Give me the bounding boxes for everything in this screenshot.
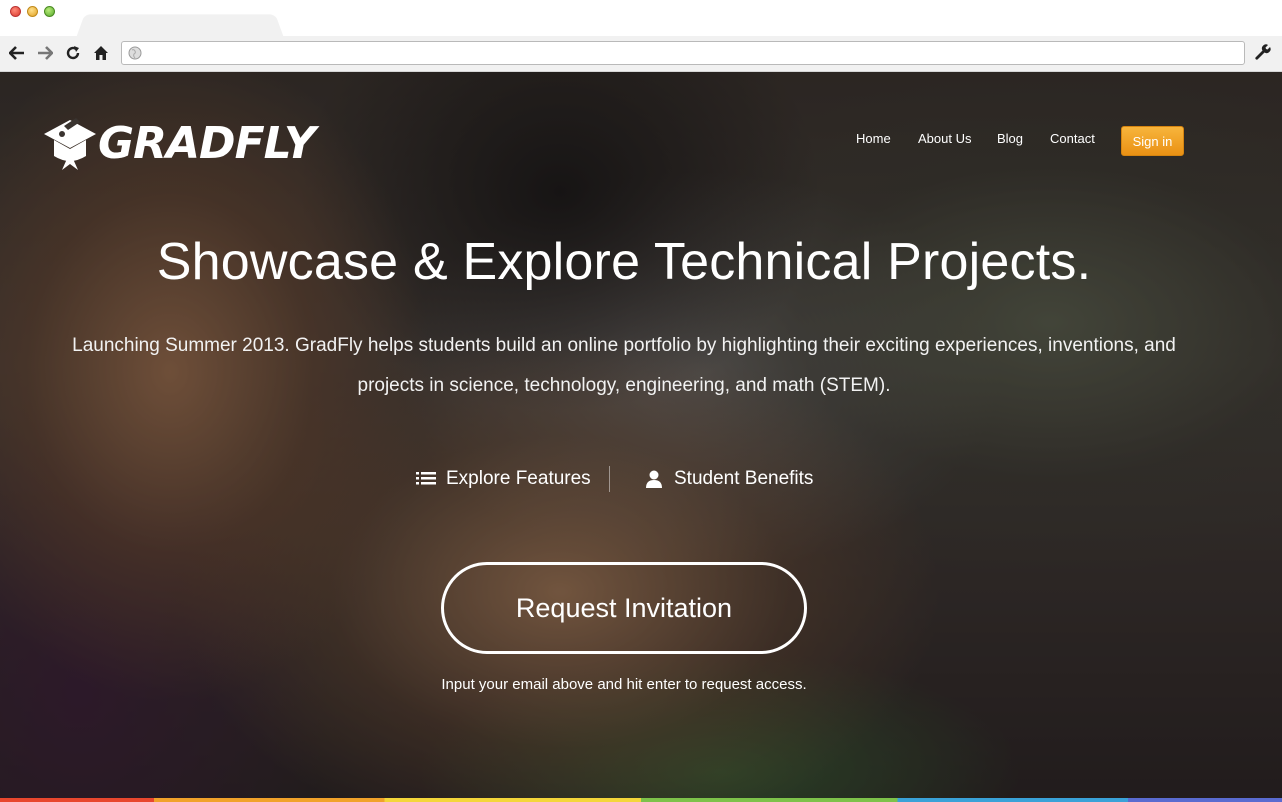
gradfly-logo[interactable]: GRADFLY [40,112,316,176]
browser-titlebar [0,0,1282,38]
student-benefits-link[interactable]: Student Benefits [644,468,813,490]
student-benefits-label: Student Benefits [674,468,814,489]
explore-features-label: Explore Features [446,468,591,489]
nav-home-link[interactable]: Home [856,131,891,146]
browser-toolbar [0,36,1282,72]
explore-features-link[interactable]: Explore Features [416,468,591,490]
arrow-right-icon [38,46,53,60]
request-invitation-button[interactable]: Request Invitation [441,562,807,654]
reload-button[interactable] [63,43,83,63]
page-viewport: GRADFLY Home About Us Blog Contact Sign … [0,72,1282,802]
hero-description: Launching Summer 2013. GradFly helps stu… [72,335,1176,396]
feature-links: Explore Features Student Benefits [0,466,1282,498]
address-bar[interactable] [121,41,1245,65]
logo-text: GRADFLY [98,118,316,169]
user-icon [646,470,662,488]
browser-tab[interactable] [76,14,284,38]
home-icon [94,46,108,60]
request-hint-text: Input your email above and hit enter to … [441,676,807,693]
home-button[interactable] [91,43,111,63]
arrow-left-icon [9,46,24,60]
nav-about-link[interactable]: About Us [918,131,971,146]
reload-icon [66,46,80,60]
nav-blog-link[interactable]: Blog [997,131,1023,146]
graduation-cap-logo-icon [44,118,96,170]
back-button[interactable] [7,43,27,63]
sign-in-button[interactable]: Sign in [1121,126,1184,156]
color-stripe [0,798,1282,802]
list-icon [416,472,436,485]
minimize-window-icon[interactable] [27,6,38,17]
forward-button[interactable] [35,43,55,63]
links-divider [609,466,610,492]
nav-contact-link[interactable]: Contact [1050,131,1095,146]
zoom-window-icon[interactable] [44,6,55,17]
globe-icon [128,46,142,60]
hero-title: Showcase & Explore Technical Projects. [156,233,1092,291]
close-window-icon[interactable] [10,6,21,17]
wrench-icon[interactable] [1254,44,1272,62]
